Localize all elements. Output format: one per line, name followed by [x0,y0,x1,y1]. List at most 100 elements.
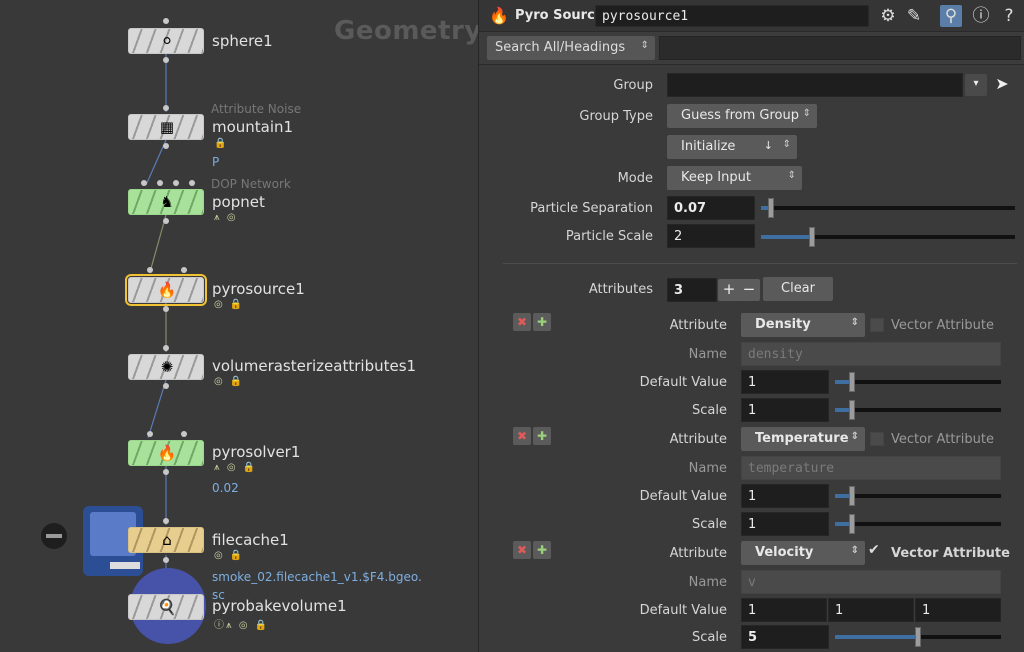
node-pyrobakevolume1[interactable]: 🍳 [128,594,204,620]
bake-icon: 🍳 [157,598,177,616]
slider-knob[interactable] [809,227,815,247]
insert-instance-icon[interactable]: ✚ [533,541,551,559]
slider-fill [761,235,812,239]
add-attribute-button[interactable]: + [718,279,740,301]
slider-knob[interactable] [849,372,855,392]
default-value-label: Default Value [639,375,727,390]
insert-instance-icon[interactable]: ✚ [533,427,551,445]
vector-attribute-checkbox[interactable] [870,318,884,332]
remove-instance-icon[interactable]: ✖ [513,541,531,559]
group-type-menu[interactable]: Guess from Group ⇕ [667,104,817,128]
node-flags-volumerasterize: ◎ 🔒 [214,376,245,387]
node-sphere1[interactable]: ⚪ [128,28,204,54]
scale-label: Scale [692,403,727,418]
chevron-updown-icon: ⇕ [850,545,859,556]
initialize-label: Initialize [681,139,736,154]
default-value-y-field[interactable]: 1 [828,598,914,622]
clear-button[interactable]: Clear [763,277,833,301]
slider-knob[interactable] [849,486,855,506]
slider-knob[interactable] [915,627,921,647]
particle-separation-label: Particle Separation [530,201,653,216]
node-label-filecache1: filecache1 [212,531,289,549]
network-editor[interactable]: Geometry ⚪ sphere1 ▦ Attribute Noise mou… [0,0,478,652]
lock-icon: 🔒 [214,138,229,149]
attribute-value: Density [755,317,811,332]
scale-field[interactable]: 1 [741,512,829,536]
chevron-updown-icon: ⇕ [850,431,859,442]
insert-instance-icon[interactable]: ✚ [533,313,551,331]
search-scope-menu[interactable]: Search All/Headings ⇕ [487,36,655,60]
initialize-button[interactable]: Initialize ↓ ⇕ [667,135,797,159]
remove-instance-icon[interactable]: ✖ [513,427,531,445]
node-volumerasterizeattributes1[interactable]: ✺ [128,354,204,380]
search-input[interactable] [659,36,1021,60]
arrow-down-icon: ↓ [763,139,773,152]
default-value-field[interactable]: 1 [741,370,829,394]
default-value-x-field[interactable]: 1 [741,598,827,622]
node-mountain1[interactable]: ▦ [128,114,204,140]
brush-icon[interactable]: ✎ [903,5,925,27]
attributes-count-field[interactable]: 3 [667,278,717,302]
default-value-label: Default Value [639,603,727,618]
node-pyrosource1[interactable]: 🔥 [125,274,207,306]
node-label-volumerasterize: volumerasterizeattributes1 [212,357,417,375]
slider-fill [835,635,918,639]
default-value-z-field[interactable]: 1 [915,598,1001,622]
pyro-source-icon: 🔥 [489,6,509,25]
node-flags-pyrosolver1: ⩚ ◎ 🔒 [214,462,258,473]
name-field[interactable]: v [741,570,1001,594]
node-popnet[interactable]: ♞ [128,189,204,215]
pyro-solver-icon: 🔥 [157,444,177,462]
name-field[interactable]: density [741,342,1001,366]
scale-field[interactable]: 1 [741,398,829,422]
scale-field[interactable]: 5 [741,625,829,649]
attribute-menu-temperature[interactable]: Temperature ⇕ [741,427,865,451]
parameter-body: Group ▾ ➤ Group Type Guess from Group ⇕ … [479,64,1024,652]
name-label: Name [688,575,727,590]
gear-icon[interactable]: ⚙ [877,5,899,27]
slider-knob[interactable] [849,400,855,420]
mode-menu[interactable]: Keep Input ⇕ [667,166,802,190]
name-label: Name [688,461,727,476]
attributes-label: Attributes [588,282,653,297]
particle-scale-label: Particle Scale [565,229,653,244]
mode-value: Keep Input [681,170,751,185]
arrow-select-icon[interactable]: ➤ [991,74,1013,96]
attribute-menu-velocity[interactable]: Velocity ⇕ [741,541,865,565]
slider-knob[interactable] [849,514,855,534]
node-flags-popnet: ⩚ ◎ [214,212,238,223]
node-extra-pyrosolver1: 0.02 [212,481,239,495]
particle-scale-field[interactable]: 2 [667,224,755,248]
node-name-field[interactable]: pyrosource1 [595,5,869,27]
info-icon[interactable]: ⓘ [970,5,992,27]
particle-separation-field[interactable]: 0.07 [667,196,755,220]
group-dropdown-button[interactable]: ▾ [965,74,987,96]
node-type-label: Pyro Source [515,8,604,23]
name-field[interactable]: temperature [741,456,1001,480]
node-label-mountain1: mountain1 [212,118,294,136]
chevron-updown-icon: ⇕ [640,40,649,51]
vector-attribute-checkbox[interactable] [870,432,884,446]
node-filecache1[interactable]: ⌂ [128,527,204,553]
remove-instance-icon[interactable]: ✖ [513,313,531,331]
group-field[interactable] [667,73,963,97]
vector-attribute-label: Vector Attribute [891,318,994,333]
node-pyrosolver1[interactable]: 🔥 [128,440,204,466]
search-icon[interactable]: ⚲ [940,5,962,27]
name-label: Name [688,347,727,362]
vector-attribute-checkbox[interactable]: ✔ [868,542,880,558]
slider-knob[interactable] [768,198,774,218]
parameter-header: 🔥 Pyro Source pyrosource1 ⚙ ✎ ⚲ ⓘ ? [479,0,1024,32]
default-value-field[interactable]: 1 [741,484,829,508]
group-label: Group [613,78,653,93]
attribute-menu-density[interactable]: Density ⇕ [741,313,865,337]
scale-label: Scale [692,630,727,645]
vector-attribute-label: Vector Attribute [891,432,994,447]
remove-attribute-button[interactable]: − [738,279,760,301]
node-type-mountain1: Attribute Noise [211,102,302,116]
mode-label: Mode [617,171,653,186]
separator [503,263,1017,264]
node-label-popnet: popnet [212,193,265,211]
node-label-sphere1: sphere1 [212,32,273,50]
help-icon[interactable]: ? [998,5,1020,27]
